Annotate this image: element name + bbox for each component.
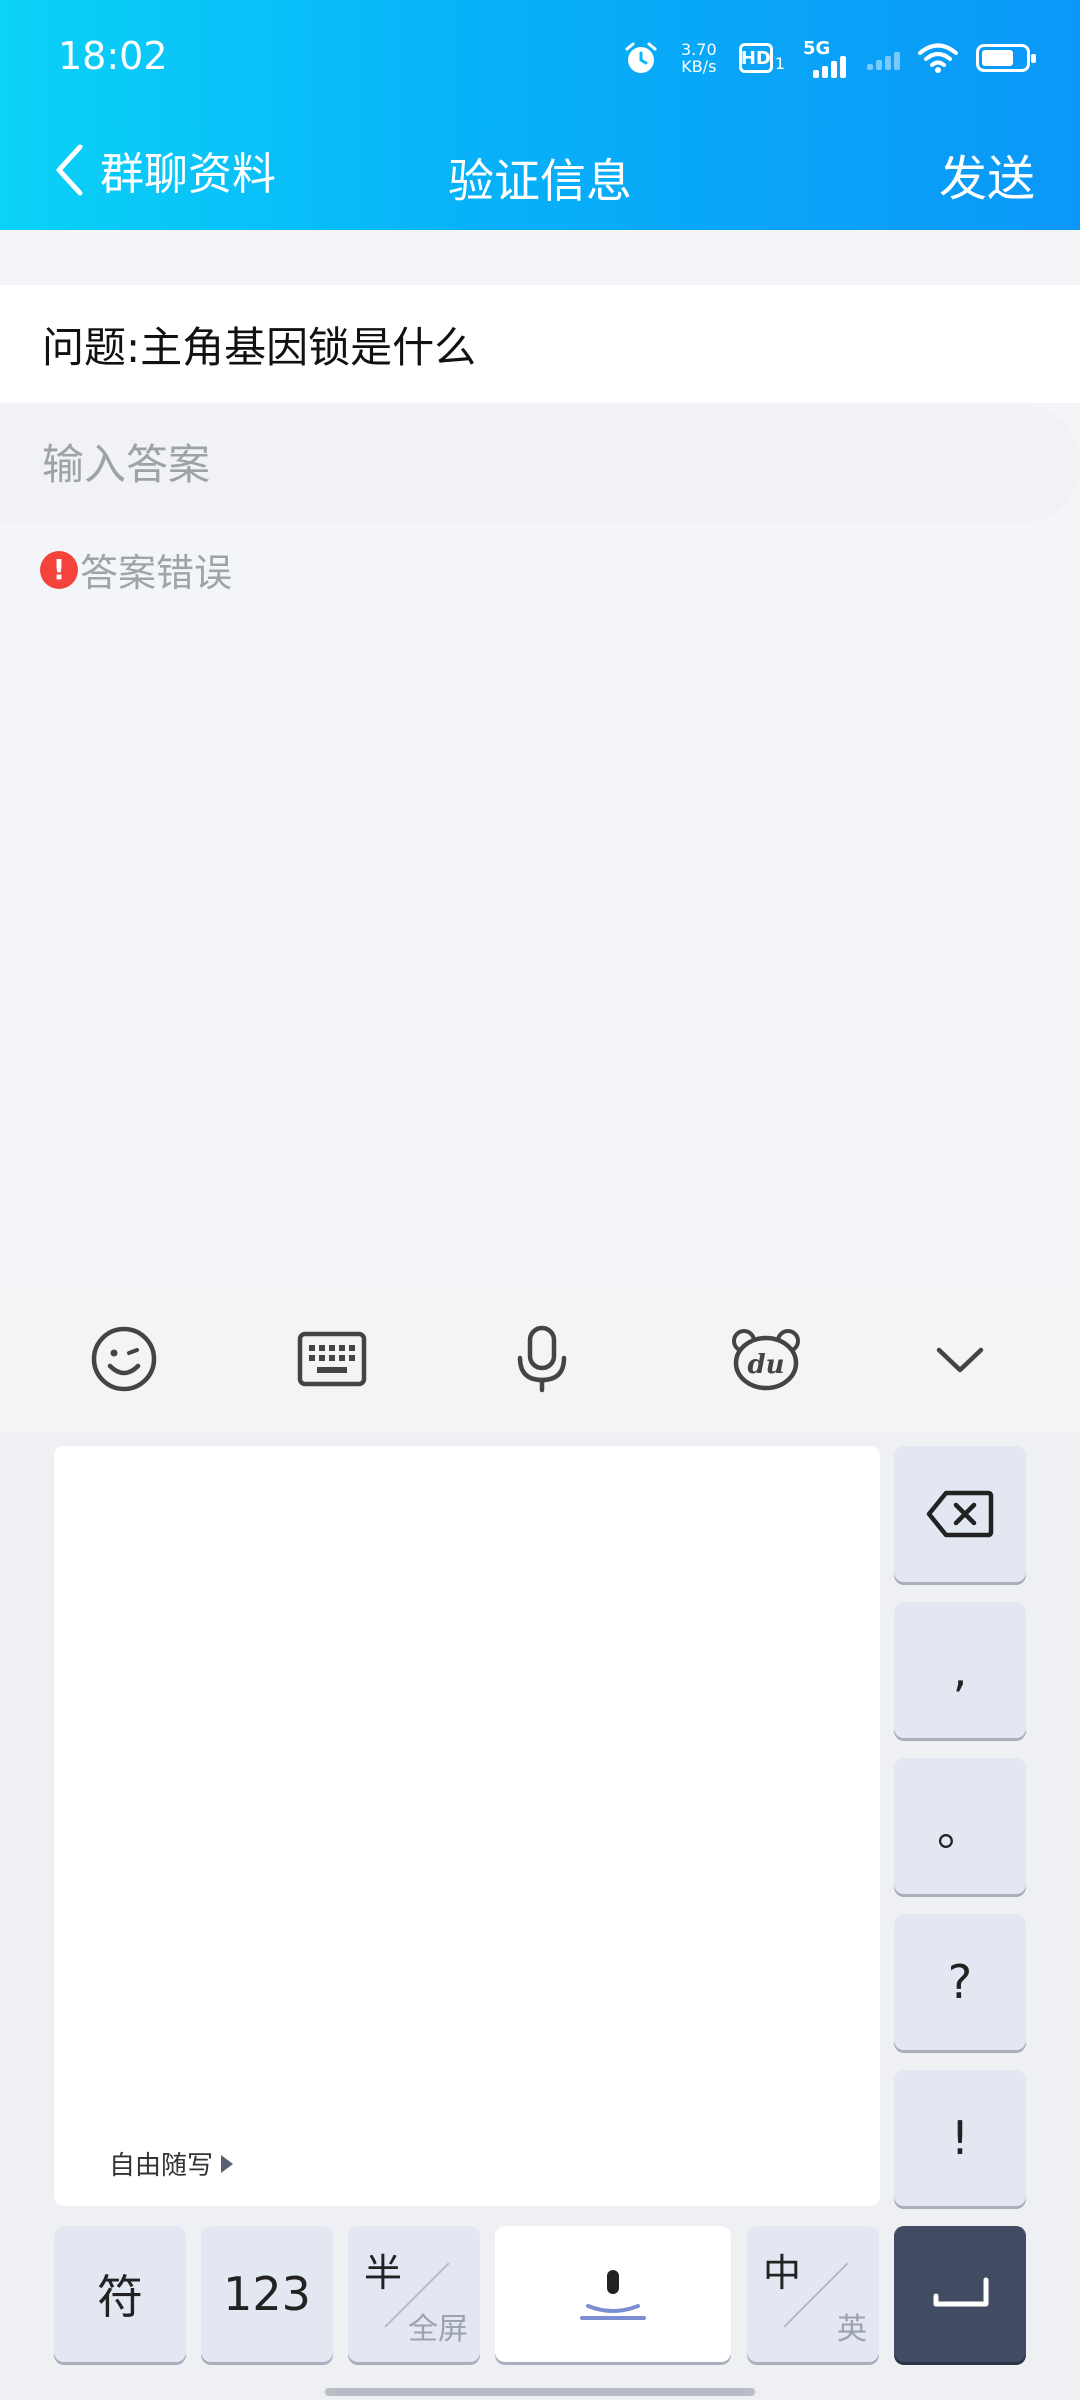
half-full-width-key[interactable]: 半 全屏	[348, 2226, 480, 2362]
error-icon: !	[40, 550, 78, 589]
exclamation-key[interactable]: !	[894, 2070, 1026, 2206]
page-title: 验证信息	[448, 154, 632, 208]
app-header: 18:02 3.70 KB/s HD 1 5G 群聊资料 验证信息 发送	[0, 0, 1080, 230]
comma-key[interactable]: ,	[894, 1602, 1026, 1738]
microphone-icon	[517, 1325, 567, 1393]
net-speed: 3.70 KB/s	[677, 41, 721, 75]
number-key[interactable]: 123	[201, 2226, 333, 2362]
space-key[interactable]	[495, 2226, 731, 2362]
answer-field-container[interactable]	[0, 405, 1080, 523]
status-time: 18:02	[58, 34, 168, 78]
play-triangle-icon	[221, 2154, 234, 2173]
error-message: ! 答案错误	[40, 542, 232, 597]
wifi-icon	[918, 43, 958, 73]
status-icons: 3.70 KB/s HD 1 5G	[623, 30, 1036, 86]
hd-indicator: HD 1	[738, 43, 785, 73]
net-speed-value: 3.70	[681, 40, 717, 59]
du-button[interactable]: du	[726, 1319, 806, 1399]
du-bear-icon: du	[732, 1329, 800, 1391]
symbol-key[interactable]: 符	[54, 2226, 186, 2362]
svg-text:du: du	[747, 1350, 784, 1380]
keyboard-switch-button[interactable]	[292, 1319, 372, 1399]
free-write-label: 自由随写	[109, 2151, 214, 2181]
english-mode-label: 英	[837, 2312, 867, 2347]
enter-icon	[933, 2277, 989, 2307]
period-key[interactable]: 。	[894, 1758, 1026, 1894]
question-mark-key[interactable]: ?	[894, 1914, 1026, 2050]
space-mic-icon	[580, 2270, 646, 2320]
emoji-icon	[91, 1326, 157, 1392]
keyboard-icon	[297, 1331, 367, 1387]
keyboard-toolbar: du	[0, 1282, 1080, 1432]
status-bar: 18:02 3.70 KB/s HD 1 5G	[0, 0, 1080, 115]
handwriting-area[interactable]: 自由随写	[54, 1446, 880, 2206]
collapse-keyboard-button[interactable]	[920, 1319, 1000, 1399]
half-width-label: 半	[364, 2251, 403, 2295]
chinese-mode-label: 中	[763, 2251, 802, 2295]
hd-icon: HD	[738, 43, 773, 73]
answer-input[interactable]	[42, 439, 942, 489]
battery-icon	[976, 44, 1036, 72]
hd-sub: 1	[774, 54, 785, 73]
send-button[interactable]: 发送	[939, 139, 1035, 209]
error-text: 答案错误	[80, 551, 233, 595]
signal-5g-icon: 5G	[803, 38, 849, 78]
free-write-toggle[interactable]: 自由随写	[109, 2145, 234, 2182]
full-width-label: 全屏	[408, 2312, 468, 2347]
home-indicator[interactable]	[325, 2388, 755, 2396]
emoji-button[interactable]	[84, 1319, 164, 1399]
question-text: 问题:主角基因锁是什么	[0, 285, 1080, 403]
voice-button[interactable]	[502, 1319, 582, 1399]
signal-bars-primary	[813, 54, 846, 78]
backspace-key[interactable]	[894, 1446, 1026, 1582]
keyboard: 自由随写 , 。 ? ! 符 123 半 全屏 中 英	[0, 1432, 1080, 2400]
backspace-icon	[926, 1490, 994, 1538]
enter-key[interactable]	[894, 2226, 1026, 2362]
signal-bars-secondary-icon	[867, 46, 900, 70]
language-switch-key[interactable]: 中 英	[747, 2226, 879, 2362]
alarm-icon	[625, 42, 657, 73]
net-speed-unit: KB/s	[681, 57, 717, 76]
collapse-chevron-icon	[936, 1347, 984, 1373]
nav-bar: 群聊资料 验证信息 发送	[0, 115, 1080, 230]
